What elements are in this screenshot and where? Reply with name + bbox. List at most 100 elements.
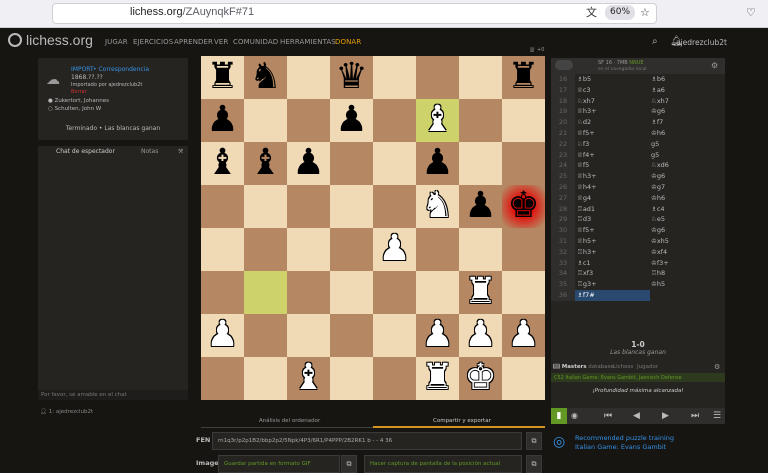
save-gif-button[interactable]: Guardar partida en formato GIF — [218, 455, 340, 473]
prev-move-button[interactable]: ◀ — [633, 411, 640, 421]
white-move[interactable]: ♘d2 — [577, 117, 591, 128]
square-g8[interactable] — [459, 56, 502, 99]
tab-computer-analysis[interactable]: Análisis del ordenador — [259, 418, 320, 424]
square-a3[interactable] — [201, 271, 244, 314]
puzzle-recommendation[interactable]: ◎ Recommended puzzle training Italian Ga… — [553, 432, 725, 468]
nav-jugar[interactable]: JUGAR — [105, 38, 128, 46]
nav-donar[interactable]: DONAR — [335, 38, 361, 46]
square-e7[interactable] — [373, 99, 416, 142]
black-move[interactable]: ♔h5 — [651, 279, 665, 290]
square-b5[interactable] — [244, 185, 287, 228]
white-pawn-f2[interactable]: ♟ — [416, 314, 459, 357]
square-f8[interactable] — [416, 56, 459, 99]
chat-settings-icon[interactable]: ⚒ — [178, 148, 183, 155]
last-move-button[interactable]: ⏭ — [691, 411, 699, 421]
white-move[interactable]: ♕h3+ — [577, 171, 597, 182]
nav-ver[interactable]: VER — [214, 38, 228, 46]
black-move[interactable]: ♔h6 — [651, 193, 665, 204]
bookmark-star-icon[interactable]: ☆ — [640, 6, 650, 20]
white-pawn-a2[interactable]: ♟ — [201, 314, 244, 357]
square-b2[interactable] — [244, 314, 287, 357]
first-move-button[interactable]: ⏮ — [604, 411, 612, 421]
black-move[interactable]: ♔g7 — [651, 182, 665, 193]
explorer-title[interactable]: 📖︎ Masters database — [553, 364, 614, 370]
white-move[interactable]: ♖xf3 — [577, 268, 593, 279]
black-rook-h8[interactable]: ♜ — [502, 56, 545, 99]
black-move[interactable]: ♗b6 — [651, 74, 665, 85]
white-move[interactable]: ♖d3 — [577, 214, 591, 225]
nav-comunidad[interactable]: COMUNIDAD — [233, 38, 278, 46]
black-move[interactable]: ♔f3+ — [651, 258, 669, 269]
square-h4[interactable] — [502, 228, 545, 271]
square-h3[interactable] — [502, 271, 545, 314]
square-b1[interactable] — [244, 357, 287, 400]
opening-name[interactable]: C52 Italian Game: Evans Gambit, Jaenisch… — [551, 373, 725, 382]
square-d1[interactable] — [330, 357, 373, 400]
nav-aprender[interactable]: APRENDER — [174, 38, 213, 46]
explorer-tab-lichess[interactable]: Lichess — [613, 364, 633, 370]
white-rook-f1[interactable]: ♜ — [416, 357, 459, 400]
explorer-settings-icon[interactable]: ⚙ — [714, 363, 720, 371]
square-g6[interactable] — [459, 142, 502, 185]
black-move[interactable]: ♔g6 — [651, 171, 665, 182]
black-move[interactable]: ♘xh7 — [651, 96, 669, 107]
white-bishop-f7[interactable]: ♝ — [416, 99, 459, 142]
square-d3[interactable] — [330, 271, 373, 314]
tab-share-export[interactable]: Compartir y exportar — [433, 418, 491, 424]
black-rook-a8[interactable]: ♜ — [201, 56, 244, 99]
square-d5[interactable] — [330, 185, 373, 228]
black-move[interactable]: g5 — [651, 150, 659, 161]
square-b7[interactable] — [244, 99, 287, 142]
square-c3[interactable] — [287, 271, 330, 314]
black-bishop-b6[interactable]: ♝ — [244, 142, 287, 185]
engine-toggle[interactable] — [555, 60, 573, 70]
white-move[interactable]: ♕h5+ — [577, 236, 597, 247]
black-move[interactable]: ♘e5 — [651, 214, 665, 225]
chat-input[interactable]: Por favor, sé amable en el chat — [38, 390, 188, 400]
copy-fen-icon[interactable]: ⧉ — [526, 432, 542, 450]
white-bishop-c1[interactable]: ♝ — [287, 357, 330, 400]
white-knight-f5[interactable]: ♞ — [416, 185, 459, 228]
import-label[interactable]: IMPORT — [71, 66, 94, 73]
square-c2[interactable] — [287, 314, 330, 357]
white-pawn-g2[interactable]: ♟ — [459, 314, 502, 357]
square-a4[interactable] — [201, 228, 244, 271]
fen-input[interactable]: rn1q3r/p2p1B2/bbp2p2/5Npk/4P3/6R1/P4PPP/… — [212, 432, 522, 450]
white-player[interactable]: ● Zukertort, Johannes — [48, 98, 109, 104]
white-move[interactable]: ♘f3 — [577, 139, 589, 150]
white-move[interactable]: ♕g4 — [577, 193, 591, 204]
explorer-tab-player[interactable]: Jugador — [637, 364, 658, 370]
screenshot-download-icon[interactable]: ⧉ — [526, 455, 542, 473]
square-a5[interactable] — [201, 185, 244, 228]
white-move[interactable]: ♗c1 — [577, 258, 591, 269]
white-move[interactable]: ♕f5+ — [577, 225, 595, 236]
black-king-h5[interactable]: ♚ — [502, 185, 545, 228]
search-icon[interactable]: ⌕ — [652, 36, 658, 47]
white-move[interactable]: ♗f7# — [575, 290, 650, 301]
black-knight-b8[interactable]: ♞ — [244, 56, 287, 99]
square-e1[interactable] — [373, 357, 416, 400]
white-move[interactable]: ♖h3+ — [577, 247, 597, 258]
black-move[interactable]: ♔xf4 — [651, 247, 667, 258]
white-move[interactable]: ♕f5 — [577, 160, 589, 171]
black-move[interactable]: ♔g6 — [651, 106, 665, 117]
black-pawn-d7[interactable]: ♟ — [330, 99, 373, 142]
white-rook-g3[interactable]: ♜ — [459, 271, 502, 314]
black-move[interactable]: ♗c4 — [651, 204, 665, 215]
black-move[interactable]: ♔g6 — [651, 225, 665, 236]
square-c4[interactable] — [287, 228, 330, 271]
black-pawn-f6[interactable]: ♟ — [416, 142, 459, 185]
white-move[interactable]: ♖ad1 — [577, 204, 595, 215]
black-pawn-a7[interactable]: ♟ — [201, 99, 244, 142]
translate-icon[interactable]: 文 — [586, 6, 597, 20]
white-move[interactable]: ♕h4+ — [577, 182, 597, 193]
white-move[interactable]: ♗b5 — [577, 74, 591, 85]
square-b4[interactable] — [244, 228, 287, 271]
black-player[interactable]: ○ Schulten, John W — [48, 106, 101, 112]
square-d6[interactable] — [330, 142, 373, 185]
gif-download-icon[interactable]: ⧉ — [341, 455, 357, 473]
nav-ejercicios[interactable]: EJERCICIOS — [133, 38, 173, 46]
white-move[interactable]: ♕h3+ — [577, 106, 597, 117]
square-d4[interactable] — [330, 228, 373, 271]
tab-notes[interactable]: Notas — [141, 148, 158, 155]
